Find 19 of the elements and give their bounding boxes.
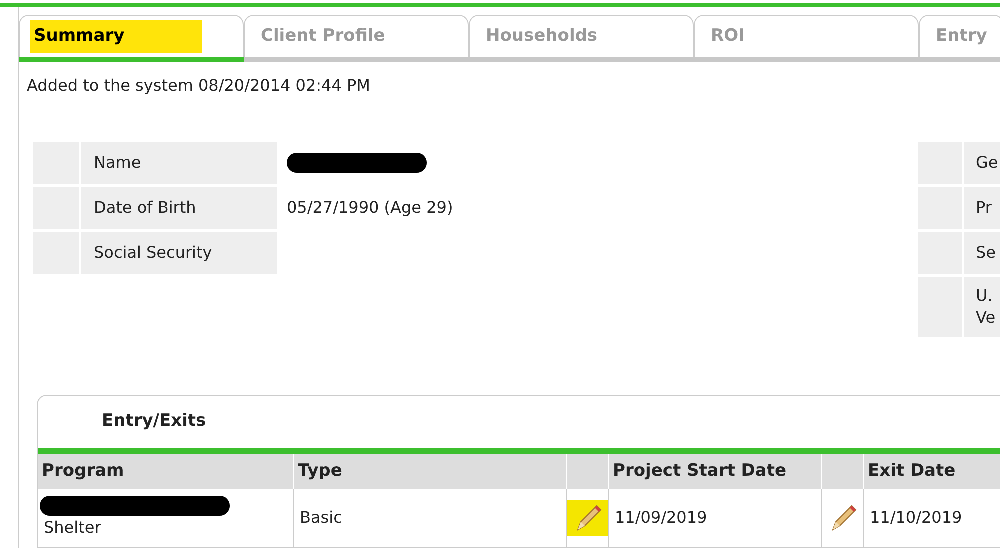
- column-header: Project Start Date: [609, 454, 822, 489]
- section-title: Entry/Exits: [102, 410, 206, 434]
- added-date-text: Added to the system 08/20/2014 02:44 PM: [27, 75, 372, 97]
- tab[interactable]: Summary: [19, 15, 244, 58]
- field-label: Date of Birth: [81, 187, 277, 229]
- field-label: Se: [964, 232, 1000, 274]
- field-label: Pr: [964, 187, 1000, 229]
- field-value: 05/27/1990 (Age 29): [287, 197, 454, 219]
- column-header: Exit Date: [864, 454, 1000, 489]
- field-label: U. Ve: [964, 277, 1000, 337]
- field-label: Name: [81, 142, 277, 184]
- table-cell: 11/10/2019: [864, 489, 1000, 547]
- field-label: Ge: [964, 142, 1000, 184]
- column-header: Program: [38, 454, 294, 489]
- table-cell-text: Shelter: [43, 517, 102, 539]
- field-label: Social Security: [81, 232, 277, 274]
- column-header: Type: [294, 454, 567, 489]
- table-cell: 11/09/2019: [609, 489, 822, 547]
- edit-button[interactable]: [567, 500, 608, 536]
